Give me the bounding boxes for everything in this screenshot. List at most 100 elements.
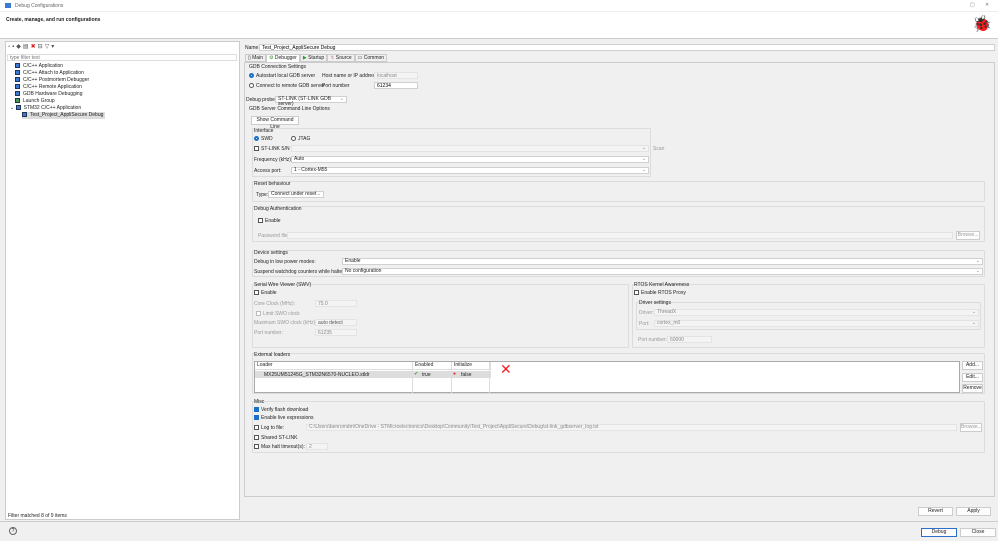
filter-status: Filter matched 8 of 9 items (8, 513, 67, 519)
loader-name: MX25UM51245G_STM32N6570-NUCLEO.stldr (264, 372, 370, 378)
password-label: Password file (258, 233, 288, 239)
title-bar (0, 0, 998, 12)
add-loader-button[interactable]: Add... (962, 361, 983, 370)
tree-item[interactable]: C/C++ Postmortem Debugger (15, 77, 105, 84)
tab-main[interactable]: ▯ Main (245, 54, 266, 62)
swv-port-label: Port number: (254, 330, 283, 336)
log-path-input[interactable]: C:\Users\benromdm\OneDrive - STMicroelec… (306, 424, 957, 431)
rtos-portnum-input[interactable] (667, 336, 712, 343)
log-browse-button[interactable]: Browse... (960, 423, 982, 432)
auth-title: Debug Authentication (254, 206, 302, 212)
reset-type-select[interactable]: Connect under reset ⌄ (268, 191, 324, 198)
server-options-title: GDB Server Command Line Options (249, 106, 330, 112)
host-input[interactable] (374, 72, 418, 79)
scan-button[interactable]: Scan (653, 146, 664, 152)
remote-radio[interactable]: Connect to remote GDB server (249, 83, 325, 89)
shared-stlink-checkbox[interactable]: Shared ST-LINK (254, 435, 297, 441)
tab-source[interactable]: ↯ Source (327, 54, 355, 62)
gdb-connection-title: GDB Connection Settings (249, 64, 306, 70)
filter-input[interactable] (7, 54, 237, 61)
log-to-file-checkbox[interactable]: Log to file: (254, 425, 284, 431)
reset-type-label: Type: (256, 192, 269, 198)
debug-button[interactable]: Debug (921, 528, 957, 537)
stm32-icon (22, 112, 27, 117)
tree-item-selected[interactable]: Test_Project_AppliSecure Debug (22, 112, 106, 119)
tree-item[interactable]: Launch Group (15, 98, 105, 105)
filter-menu-icon[interactable]: ▾ (51, 44, 56, 50)
swd-radio[interactable]: SWD (254, 136, 273, 142)
export-icon[interactable]: ◆ (16, 44, 23, 50)
apply-button[interactable]: Apply (956, 507, 991, 516)
c-app-icon (15, 91, 20, 96)
core-clock-input[interactable] (315, 300, 357, 307)
tree-item[interactable]: C/C++ Attach to Application (15, 70, 105, 77)
host-label: Host name or IP address (322, 73, 378, 79)
close-button[interactable]: Close (960, 528, 996, 537)
jtag-radio[interactable]: JTAG (291, 136, 310, 142)
loader-initialize: false (461, 372, 472, 378)
access-port-select[interactable]: 1 - Cortex-M55 ⌄ (291, 167, 649, 174)
config-tree: C/C++ Application C/C++ Attach to Applic… (10, 63, 106, 119)
interface-title: Interface (254, 128, 274, 134)
swv-enable-checkbox[interactable]: Enable (254, 290, 277, 296)
debug-probe-select[interactable]: ST-LINK (ST-LINK GDB server) ⌄ (275, 96, 347, 107)
duplicate-icon[interactable]: ▤ (23, 44, 31, 50)
app-icon (5, 3, 11, 8)
auth-enable-checkbox[interactable]: Enable (258, 218, 281, 224)
driver-label: Driver: (639, 310, 654, 316)
frequency-select[interactable]: Auto ⌄ (291, 156, 649, 163)
low-power-select[interactable]: Enable ⌄ (342, 258, 983, 265)
swv-group (252, 284, 629, 348)
port-input[interactable] (374, 82, 418, 89)
tree-item[interactable]: ⌄ STM32 C/C++ Application (10, 105, 105, 112)
tree-item[interactable]: GDB Hardware Debugging (15, 91, 105, 98)
bug-icon: 🐞 (972, 16, 992, 33)
c-app-icon (15, 63, 20, 68)
verify-flash-checkbox[interactable]: Verify flash download (254, 407, 308, 413)
tree-item[interactable]: C/C++ Application (15, 63, 105, 70)
loader-enabled: true (422, 372, 431, 378)
tab-debugger[interactable]: ⚙ Debugger (265, 54, 300, 62)
stlink-sn-checkbox[interactable]: ST-LINK S/N (254, 146, 290, 152)
limit-swo-checkbox[interactable]: Limit SWO clock (256, 311, 300, 317)
debug-probe-label: Debug probe (246, 97, 275, 103)
name-input[interactable] (259, 44, 995, 51)
driver-select[interactable]: ThreadX ⌄ (654, 309, 979, 316)
autostart-radio[interactable]: Autostart local GDB server (249, 73, 315, 79)
tab-common[interactable]: ▭ Common (354, 54, 388, 62)
tab-startup[interactable]: ▶ Startup (299, 54, 328, 62)
close-window-icon[interactable]: ✕ (985, 2, 989, 8)
revert-button[interactable]: Revert (918, 507, 953, 516)
loaders-title: External loaders (254, 352, 291, 358)
max-swo-input[interactable] (315, 319, 357, 326)
chevron-down-icon: ⌄ (339, 96, 344, 102)
remove-loader-button[interactable]: Remove (962, 384, 983, 393)
live-expressions-checkbox[interactable]: Enable live expressions (254, 415, 314, 421)
stlink-sn-select[interactable]: ⌄ (291, 145, 649, 152)
maximize-icon[interactable]: ▢ (970, 2, 975, 8)
password-input[interactable] (287, 232, 953, 239)
max-halt-checkbox[interactable]: Max halt timeout(s): (254, 444, 305, 450)
swv-port-input[interactable] (315, 329, 357, 336)
tree-item[interactable]: C/C++ Remote Application (15, 84, 105, 91)
c-app-icon (15, 84, 20, 89)
loader-row[interactable]: MX25UM51245G_STM32N6570-NUCLEO.stldr ✔ t… (255, 371, 491, 378)
divider (0, 521, 998, 522)
delete-icon[interactable]: ✖ (31, 44, 38, 50)
window-title: Debug Configurations (15, 3, 64, 9)
auth-browse-button[interactable]: Browse... (956, 231, 980, 240)
port-label: Port number (322, 83, 350, 89)
show-command-line-button[interactable]: Show Command Line (251, 116, 299, 130)
rtos-portnum-label: Port number: (638, 337, 667, 343)
help-icon[interactable]: ? (9, 527, 17, 535)
edit-loader-button[interactable]: Edit... (962, 373, 983, 382)
rtos-enable-checkbox[interactable]: Enable RTOS Proxy (634, 290, 686, 296)
rtos-port-select[interactable]: cortex_m0 ⌄ (654, 320, 979, 327)
misc-title: Misc (254, 399, 265, 405)
max-halt-input[interactable] (306, 443, 328, 450)
core-clock-label: Core Clock (MHz): (254, 301, 296, 307)
device-title: Device settings (254, 250, 288, 256)
watchdog-select[interactable]: No configuration ⌄ (342, 268, 983, 275)
collapse-all-icon[interactable]: ⊟ (38, 44, 45, 50)
check-icon: ✔ (414, 371, 419, 377)
